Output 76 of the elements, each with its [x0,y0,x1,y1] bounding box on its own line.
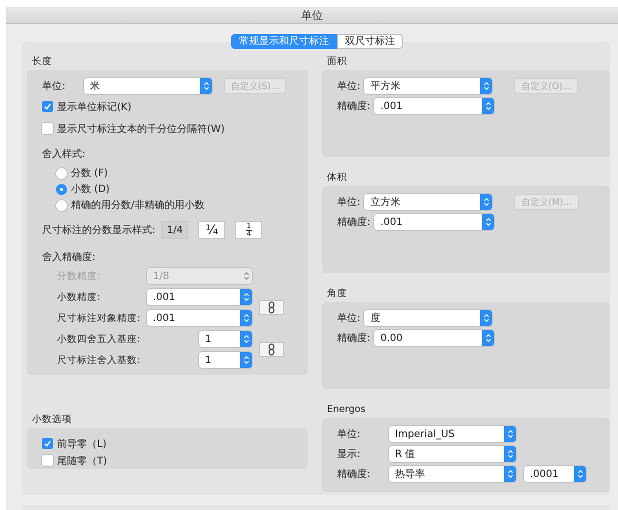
section-title: 长度 [32,55,53,68]
dropdown-select[interactable]: .001 [374,98,494,114]
fraction-style-button[interactable]: ¼ [198,221,226,239]
dropdown-select[interactable]: R 值 [389,446,516,462]
checkbox[interactable] [42,101,53,112]
fraction-style-button[interactable]: 1/4 [161,221,188,239]
stepper-icon [482,214,494,230]
stepper-icon [200,78,212,94]
precision-select[interactable]: .001 [147,310,252,326]
dropdown-select[interactable]: 度 [364,310,492,326]
precision-select[interactable]: 1 [199,331,252,347]
dropdown-select[interactable]: .001 [374,214,494,230]
stepper-icon [480,310,492,326]
radio-label: 分数 (F) [71,167,108,180]
stepper-icon [240,310,252,326]
radio-button[interactable] [56,184,67,194]
checkbox[interactable] [42,438,53,449]
precision-select[interactable]: 1 [199,352,252,368]
field-label: 单位: [337,80,360,93]
dropdown-select[interactable]: 立方米 [364,194,492,210]
checkbox-label: 显示尺寸标注文本的千分位分隔符(W) [57,122,225,136]
checkbox[interactable] [42,455,53,466]
chain-link-icon [266,301,276,314]
chain-link-icon [266,343,276,356]
field-label: 单位: [337,312,360,325]
stepper-icon [240,331,252,347]
radio-label: 精确的用分数/非精确的用小数 [71,198,204,212]
field-label: 单位: [337,196,360,209]
stepper-icon [574,466,586,482]
stepper-icon [240,352,252,368]
precision-select[interactable]: .001 [147,289,252,305]
field-label: 小数精度: [57,290,102,304]
chain-link-button[interactable] [258,342,284,357]
stepper-icon [482,330,494,346]
stepper-icon [504,426,516,442]
section-title: 角度 [327,287,348,300]
dropdown-select[interactable]: 平方米 [364,78,492,94]
group-label: 舍入样式: [42,148,86,161]
section-title: 体积 [327,171,348,184]
field-label: 精确度: [337,468,372,481]
field-label: 显示: [337,448,362,461]
field-label: 单位: [42,80,66,93]
section-title: 面积 [327,55,348,68]
stepper-icon [504,446,516,462]
checkbox-label: 显示单位标记(K) [57,100,132,114]
field-label: 尺寸标注的分数显示样式: [42,224,156,237]
field-label: 尺寸标注舍入基数: [57,354,142,366]
dropdown-select[interactable]: .0001 [524,466,586,482]
stepper-icon [504,466,516,482]
dropdown-select[interactable]: 0.00 [374,330,494,346]
stepper-icon [240,289,252,305]
checkbox-label: 前导零（L) [57,438,106,450]
checkbox-label: 尾随零（T) [57,454,108,468]
field-label: 单位: [337,428,362,441]
stepper-icon [482,98,494,114]
tab[interactable]: 双尺寸标注 [337,34,403,49]
radio-button[interactable] [56,168,67,178]
checkbox[interactable] [42,123,53,134]
stepper-icon [480,194,492,210]
section-title: 小数选项 [32,413,73,426]
unit-select[interactable]: 米 [84,78,212,94]
field-label: 精确度: [337,216,370,229]
window-title: 单位 [301,8,323,22]
field-label: 小数四舍五入基座: [57,332,142,346]
dropdown-select[interactable]: 热导率 [389,466,516,482]
chain-link-button[interactable] [258,300,284,315]
radio-label: 小数 (D) [71,182,110,196]
field-label: 分数精度: [57,270,102,282]
field-label: 精确度: [337,332,370,345]
field-label: 精确度: [337,100,370,113]
stepper-icon [480,78,492,94]
dropdown-select[interactable]: Imperial_US [389,426,516,442]
field-label: 尺寸标注对象精度: [57,312,142,324]
group-label: 舍入精确度: [42,250,96,264]
radio-button[interactable] [56,200,67,210]
section-title: Energos [327,403,366,416]
